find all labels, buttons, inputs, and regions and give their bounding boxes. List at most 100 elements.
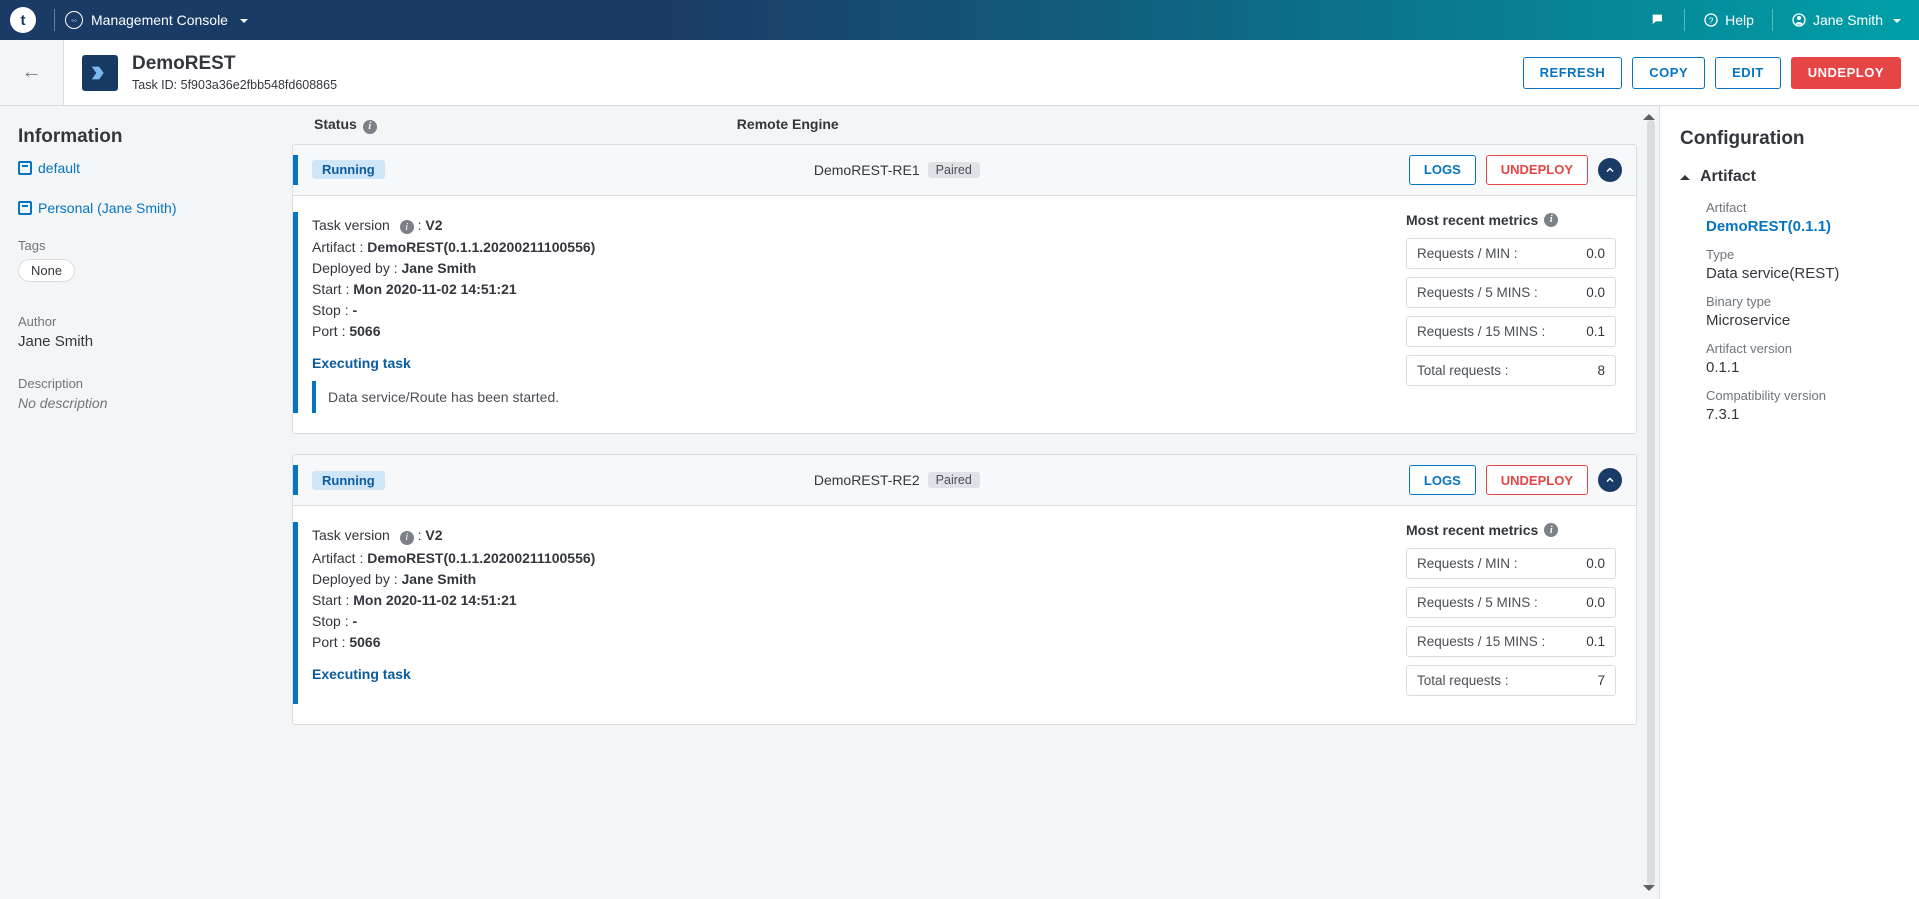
engine-name: DemoREST-RE1 bbox=[814, 162, 920, 178]
artifact-value: DemoREST(0.1.1.20200211100556) bbox=[367, 550, 595, 566]
info-icon[interactable]: i bbox=[400, 531, 414, 545]
env-personal-link[interactable]: Personal (Jane Smith) bbox=[18, 200, 262, 216]
info-icon[interactable]: i bbox=[363, 120, 377, 134]
engine-card: Running DemoREST-RE2 Paired LOGS UNDEPLO… bbox=[292, 454, 1637, 725]
chevron-up-icon bbox=[1604, 164, 1616, 176]
metric-total: Total requests :8 bbox=[1406, 355, 1616, 386]
undeploy-button[interactable]: UNDEPLOY bbox=[1791, 57, 1901, 89]
page-title: DemoREST bbox=[132, 53, 337, 76]
paired-badge: Paired bbox=[928, 162, 980, 178]
copy-button[interactable]: COPY bbox=[1632, 57, 1705, 89]
divider bbox=[54, 9, 55, 31]
cfg-compat-value: 7.3.1 bbox=[1706, 406, 1899, 423]
info-panel: Information default Personal (Jane Smith… bbox=[0, 106, 280, 899]
stop-value: - bbox=[352, 302, 357, 318]
config-panel: Configuration Artifact Artifact DemoREST… bbox=[1659, 106, 1919, 899]
app-switcher[interactable]: ◦◦ Management Console bbox=[65, 11, 248, 29]
column-headers: Statusi Remote Engine bbox=[292, 106, 1637, 144]
description-label: Description bbox=[18, 376, 262, 391]
app-name: Management Console bbox=[91, 12, 228, 28]
executing-label: Executing task bbox=[312, 666, 1376, 682]
cfg-type-value: Data service(REST) bbox=[1706, 265, 1899, 282]
deployed-by-value: Jane Smith bbox=[402, 260, 477, 276]
logs-button[interactable]: LOGS bbox=[1409, 155, 1476, 185]
undeploy-engine-button[interactable]: UNDEPLOY bbox=[1486, 155, 1588, 185]
metrics-title: Most recent metricsi bbox=[1406, 522, 1616, 538]
status-stripe bbox=[293, 212, 298, 414]
refresh-button[interactable]: REFRESH bbox=[1523, 57, 1623, 89]
status-badge: Running bbox=[312, 471, 385, 490]
env-default-link[interactable]: default bbox=[18, 160, 262, 176]
cfg-artifact-label: Artifact bbox=[1706, 200, 1899, 215]
stop-value: - bbox=[352, 613, 357, 629]
scrollbar[interactable] bbox=[1647, 120, 1655, 885]
chat-icon bbox=[1650, 12, 1666, 28]
author-value: Jane Smith bbox=[18, 333, 262, 350]
divider bbox=[1772, 9, 1773, 31]
info-icon[interactable]: i bbox=[400, 220, 414, 234]
config-section-label: Artifact bbox=[1700, 168, 1756, 186]
deployed-by-value: Jane Smith bbox=[402, 571, 477, 587]
cfg-binary-label: Binary type bbox=[1706, 294, 1899, 309]
cfg-compat-label: Compatibility version bbox=[1706, 388, 1899, 403]
user-name: Jane Smith bbox=[1813, 12, 1883, 28]
description-value: No description bbox=[18, 395, 262, 411]
chevron-up-icon bbox=[1604, 474, 1616, 486]
col-status: Statusi bbox=[314, 116, 377, 134]
metric-req-5min: Requests / 5 MINS :0.0 bbox=[1406, 587, 1616, 618]
task-version-value: V2 bbox=[425, 217, 442, 233]
port-label: Port bbox=[312, 634, 349, 650]
author-label: Author bbox=[18, 314, 262, 329]
page-header: ← DemoREST Task ID: 5f903a36e2fbb548fd60… bbox=[0, 40, 1919, 106]
deployed-by-label: Deployed by bbox=[312, 571, 402, 587]
cfg-version-label: Artifact version bbox=[1706, 341, 1899, 356]
scroll-down-icon[interactable] bbox=[1643, 885, 1655, 897]
config-section-artifact[interactable]: Artifact bbox=[1680, 168, 1899, 186]
info-title: Information bbox=[18, 126, 262, 148]
start-label: Start bbox=[312, 592, 353, 608]
help-button[interactable]: ? Help bbox=[1695, 12, 1762, 28]
metrics-title: Most recent metricsi bbox=[1406, 212, 1616, 228]
collapse-button[interactable] bbox=[1598, 468, 1622, 492]
task-version-label: Task version bbox=[312, 217, 390, 233]
back-button[interactable]: ← bbox=[22, 61, 42, 84]
metric-req-min: Requests / MIN :0.0 bbox=[1406, 548, 1616, 579]
environment-icon bbox=[18, 201, 32, 215]
port-value: 5066 bbox=[349, 634, 380, 650]
info-icon[interactable]: i bbox=[1544, 213, 1558, 227]
undeploy-engine-button[interactable]: UNDEPLOY bbox=[1486, 465, 1588, 495]
tags-label: Tags bbox=[18, 238, 262, 253]
edit-button[interactable]: EDIT bbox=[1715, 57, 1781, 89]
help-label: Help bbox=[1725, 12, 1754, 28]
chevron-up-icon bbox=[1680, 170, 1690, 180]
stop-label: Stop bbox=[312, 613, 352, 629]
start-value: Mon 2020-11-02 14:51:21 bbox=[353, 281, 516, 297]
cfg-artifact-link[interactable]: DemoREST(0.1.1) bbox=[1706, 218, 1899, 235]
engine-card: Running DemoREST-RE1 Paired LOGS UNDEPLO… bbox=[292, 144, 1637, 435]
start-label: Start bbox=[312, 281, 353, 297]
brand-logo[interactable]: t bbox=[10, 7, 36, 33]
tag-chip: None bbox=[18, 259, 75, 282]
notifications-button[interactable] bbox=[1642, 12, 1674, 28]
task-id: Task ID: 5f903a36e2fbb548fd608865 bbox=[132, 78, 337, 92]
artifact-label: Artifact bbox=[312, 239, 367, 255]
cfg-version-value: 0.1.1 bbox=[1706, 359, 1899, 376]
collapse-button[interactable] bbox=[1598, 158, 1622, 182]
env-personal-label: Personal (Jane Smith) bbox=[38, 200, 177, 216]
col-remote: Remote Engine bbox=[737, 116, 839, 134]
apps-icon: ◦◦ bbox=[65, 11, 83, 29]
port-value: 5066 bbox=[349, 323, 380, 339]
help-icon: ? bbox=[1703, 12, 1719, 28]
status-badge: Running bbox=[312, 160, 385, 179]
artifact-label: Artifact bbox=[312, 550, 367, 566]
logs-button[interactable]: LOGS bbox=[1409, 465, 1476, 495]
status-stripe bbox=[293, 155, 298, 185]
config-title: Configuration bbox=[1680, 128, 1899, 150]
executing-label: Executing task bbox=[312, 355, 1376, 371]
cfg-binary-value: Microservice bbox=[1706, 312, 1899, 329]
engines-panel: Statusi Remote Engine Running DemoREST-R… bbox=[280, 106, 1659, 899]
cfg-type-label: Type bbox=[1706, 247, 1899, 262]
user-menu[interactable]: Jane Smith bbox=[1783, 12, 1909, 28]
info-icon[interactable]: i bbox=[1544, 523, 1558, 537]
scroll-up-icon[interactable] bbox=[1643, 108, 1655, 120]
